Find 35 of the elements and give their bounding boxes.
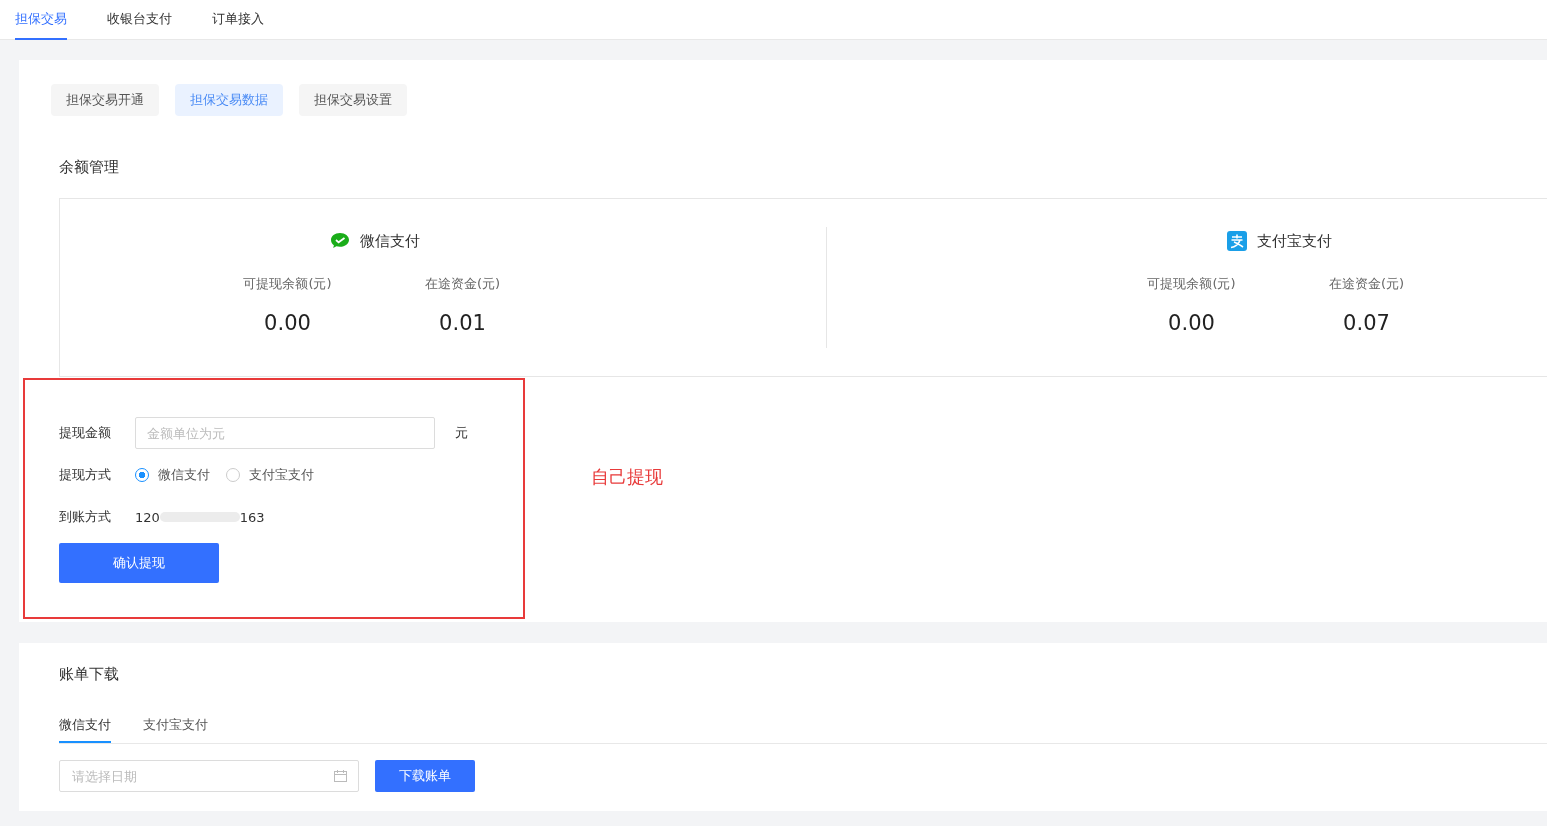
- account-name: 微信支付: [360, 231, 420, 251]
- nav-tab[interactable]: 订单接入: [212, 0, 264, 40]
- stat-label: 在途资金(元): [1328, 275, 1405, 293]
- account-number-start: 120: [135, 509, 160, 525]
- confirm-button[interactable]: 确认提现: [59, 543, 219, 583]
- tab[interactable]: 微信支付: [59, 711, 111, 743]
- tab[interactable]: 支付宝支付: [143, 711, 208, 743]
- stat-value: 0.01: [439, 311, 486, 335]
- nav-tab[interactable]: 收银台支付: [107, 0, 172, 40]
- form-label: 提现方式: [59, 466, 112, 484]
- chat-bubble-icon: [330, 232, 350, 250]
- nav-tab[interactable]: 担保交易: [15, 0, 67, 40]
- stat-label: 可提现余额(元): [243, 275, 332, 293]
- stat-label: 可提现余额(元): [1147, 275, 1236, 293]
- unit-label: 元: [455, 424, 468, 442]
- download-button[interactable]: 下载账单: [375, 760, 475, 792]
- stat-label: 在途资金(元): [424, 275, 501, 293]
- stat-value: 0.00: [1168, 311, 1215, 335]
- section-title: 余额管理: [59, 158, 120, 178]
- form-label: 提现金额: [59, 424, 112, 442]
- amount-input[interactable]: 金额单位为元: [135, 417, 435, 449]
- account-number-end: 163: [239, 509, 265, 525]
- form-label: 到账方式: [59, 508, 112, 526]
- account-name: 支付宝支付: [1256, 231, 1332, 251]
- calendar-icon: [334, 770, 347, 782]
- stat-value: 0.07: [1343, 311, 1390, 335]
- radio-option[interactable]: 支付宝支付: [226, 466, 314, 484]
- sub-tab[interactable]: 担保交易设置: [299, 84, 407, 116]
- sub-tab[interactable]: 担保交易开通: [51, 84, 159, 116]
- date-field[interactable]: 请选择日期: [59, 760, 359, 792]
- alipay-icon: [1226, 231, 1247, 251]
- stat-value: 0.00: [264, 311, 311, 335]
- annotation-text: 自己提现: [591, 465, 663, 489]
- radio-option[interactable]: 微信支付: [135, 466, 210, 484]
- section-title: 账单下载: [59, 665, 120, 685]
